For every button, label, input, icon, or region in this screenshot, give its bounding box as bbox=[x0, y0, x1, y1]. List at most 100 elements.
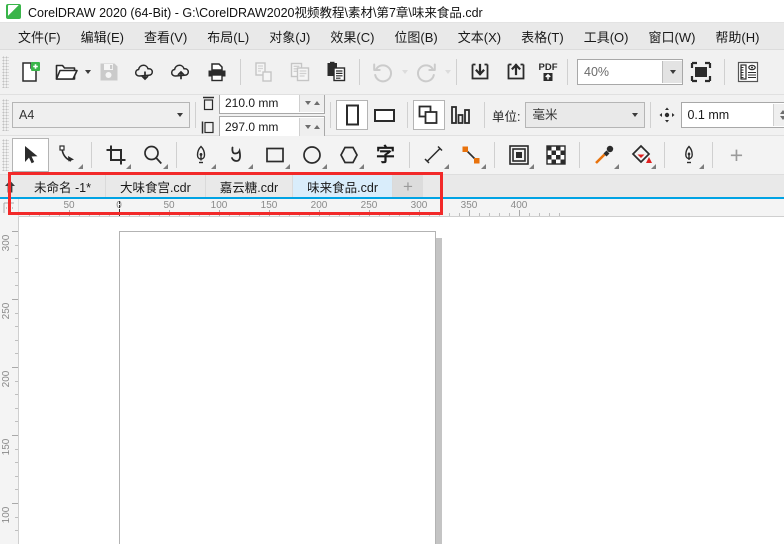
export-pdf-button[interactable]: PDF bbox=[534, 54, 562, 90]
page-size-combo[interactable]: A4 bbox=[12, 102, 190, 128]
connector-tool-flyout-arrow[interactable] bbox=[481, 164, 486, 169]
property-separator-3 bbox=[407, 102, 408, 128]
page-height-value[interactable]: 297.0 mm bbox=[220, 118, 299, 136]
page-size-value[interactable]: A4 bbox=[13, 104, 165, 126]
zoom-tool-flyout-arrow[interactable] bbox=[163, 164, 168, 169]
units-combo[interactable]: 毫米 bbox=[525, 102, 646, 128]
document-tab-2[interactable]: 嘉云糖.cdr bbox=[205, 175, 294, 197]
property-bar-grip[interactable] bbox=[2, 99, 9, 131]
pick-tool[interactable] bbox=[12, 138, 49, 172]
landscape-orientation-button[interactable] bbox=[368, 100, 402, 130]
blend-tool[interactable] bbox=[500, 138, 537, 172]
tab-scroll-up-button[interactable] bbox=[0, 175, 20, 197]
page-dimensions-group: 210.0 mm 297.0 mm bbox=[201, 92, 325, 138]
save-button[interactable] bbox=[91, 54, 127, 90]
horizontal-ruler[interactable]: 50 0 50 100 150 200 250 300 350 400 bbox=[19, 199, 784, 217]
menu-bitmaps[interactable]: 位图(B) bbox=[384, 24, 447, 49]
bezier-tool-flyout-arrow[interactable] bbox=[248, 164, 253, 169]
menu-table[interactable]: 表格(T) bbox=[511, 24, 574, 49]
cloud-download-button[interactable] bbox=[127, 54, 163, 90]
connector-tool[interactable] bbox=[452, 138, 489, 172]
view-options-button[interactable] bbox=[730, 54, 766, 90]
polygon-tool[interactable] bbox=[330, 138, 367, 172]
transparency-tool[interactable] bbox=[537, 138, 574, 172]
color-eyedropper-tool[interactable] bbox=[585, 138, 622, 172]
dimension-line-icon bbox=[423, 144, 445, 166]
ellipse-tool-flyout-arrow[interactable] bbox=[322, 164, 327, 169]
new-document-button[interactable] bbox=[12, 54, 48, 90]
zoom-level-combo[interactable]: 40% bbox=[577, 59, 683, 85]
nudge-distance-field[interactable]: 0.1 mm bbox=[681, 102, 784, 128]
crop-tool-flyout-arrow[interactable] bbox=[126, 164, 131, 169]
menu-layout[interactable]: 布局(L) bbox=[197, 24, 259, 49]
zoom-fullscreen-button[interactable] bbox=[683, 54, 719, 90]
current-page-button[interactable] bbox=[445, 100, 479, 130]
zoom-tool[interactable] bbox=[134, 138, 171, 172]
redo-button[interactable] bbox=[408, 54, 444, 90]
vertical-ruler[interactable]: 300 250 200 150 100 bbox=[0, 217, 19, 544]
cloud-upload-button[interactable] bbox=[163, 54, 199, 90]
menu-view[interactable]: 查看(V) bbox=[134, 24, 197, 49]
customize-tools-button[interactable]: + bbox=[718, 138, 755, 172]
shape-tool[interactable] bbox=[49, 138, 86, 172]
menu-edit[interactable]: 编辑(E) bbox=[71, 24, 134, 49]
toolbar-grip[interactable] bbox=[2, 56, 9, 88]
text-tool[interactable]: 字 bbox=[367, 138, 404, 172]
toolbox-grip[interactable] bbox=[2, 139, 9, 171]
interactive-fill-tool[interactable] bbox=[622, 138, 659, 172]
freehand-tool[interactable] bbox=[182, 138, 219, 172]
print-button[interactable] bbox=[199, 54, 235, 90]
cut-button[interactable] bbox=[246, 54, 282, 90]
menu-text[interactable]: 文本(X) bbox=[448, 24, 511, 49]
units-value[interactable]: 毫米 bbox=[526, 104, 625, 126]
outline-pen-flyout-arrow[interactable] bbox=[699, 164, 704, 169]
bezier-tool[interactable] bbox=[219, 138, 256, 172]
ellipse-tool[interactable] bbox=[293, 138, 330, 172]
document-tab-0[interactable]: 未命名 -1* bbox=[20, 175, 106, 197]
import-button[interactable] bbox=[462, 54, 498, 90]
eyedropper-tool-flyout-arrow[interactable] bbox=[614, 164, 619, 169]
zoom-level-dropdown-arrow[interactable] bbox=[662, 61, 682, 83]
menu-window[interactable]: 窗口(W) bbox=[638, 24, 705, 49]
drawing-canvas[interactable] bbox=[19, 217, 784, 544]
menu-help[interactable]: 帮助(H) bbox=[705, 24, 769, 49]
page-width-field[interactable]: 210.0 mm bbox=[219, 92, 325, 114]
add-document-tab-button[interactable]: + bbox=[392, 175, 423, 197]
menu-tools[interactable]: 工具(O) bbox=[574, 24, 639, 49]
page-width-value[interactable]: 210.0 mm bbox=[220, 94, 299, 112]
dimension-tool[interactable] bbox=[415, 138, 452, 172]
paste-button[interactable] bbox=[318, 54, 354, 90]
document-page[interactable] bbox=[119, 231, 436, 544]
page-width-spinner[interactable] bbox=[299, 94, 324, 112]
nudge-distance-spinner[interactable] bbox=[773, 104, 784, 126]
zoom-level-value[interactable]: 40% bbox=[578, 61, 662, 83]
menu-file[interactable]: 文件(F) bbox=[8, 24, 71, 49]
page-size-dropdown-arrow[interactable] bbox=[169, 104, 189, 126]
menu-effects[interactable]: 效果(C) bbox=[320, 24, 384, 49]
fill-tool-flyout-arrow[interactable] bbox=[651, 164, 656, 169]
rectangle-tool-flyout-arrow[interactable] bbox=[285, 164, 290, 169]
all-pages-button[interactable] bbox=[413, 100, 445, 130]
units-dropdown-arrow[interactable] bbox=[625, 104, 644, 126]
nudge-distance-value[interactable]: 0.1 mm bbox=[682, 104, 773, 126]
rectangle-tool[interactable] bbox=[256, 138, 293, 172]
portrait-orientation-button[interactable] bbox=[336, 100, 368, 130]
document-tab-1[interactable]: 大味食宫.cdr bbox=[105, 175, 206, 197]
shape-tool-flyout-arrow[interactable] bbox=[78, 164, 83, 169]
crop-tool[interactable] bbox=[97, 138, 134, 172]
copy-button[interactable] bbox=[282, 54, 318, 90]
page-height-spinner[interactable] bbox=[299, 118, 324, 136]
undo-button[interactable] bbox=[365, 54, 401, 90]
redo-dropdown-arrow[interactable] bbox=[445, 70, 451, 74]
freehand-tool-flyout-arrow[interactable] bbox=[211, 164, 216, 169]
polygon-tool-flyout-arrow[interactable] bbox=[359, 164, 364, 169]
open-document-button[interactable] bbox=[48, 54, 84, 90]
blend-tool-flyout-arrow[interactable] bbox=[529, 164, 534, 169]
dimension-tool-flyout-arrow[interactable] bbox=[444, 164, 449, 169]
document-tab-3[interactable]: 味来食品.cdr bbox=[293, 175, 393, 197]
outline-pen-tool[interactable] bbox=[670, 138, 707, 172]
page-height-field[interactable]: 297.0 mm bbox=[219, 116, 325, 138]
export-button[interactable] bbox=[498, 54, 534, 90]
menu-object[interactable]: 对象(J) bbox=[259, 24, 320, 49]
ruler-origin-corner[interactable] bbox=[0, 199, 19, 217]
